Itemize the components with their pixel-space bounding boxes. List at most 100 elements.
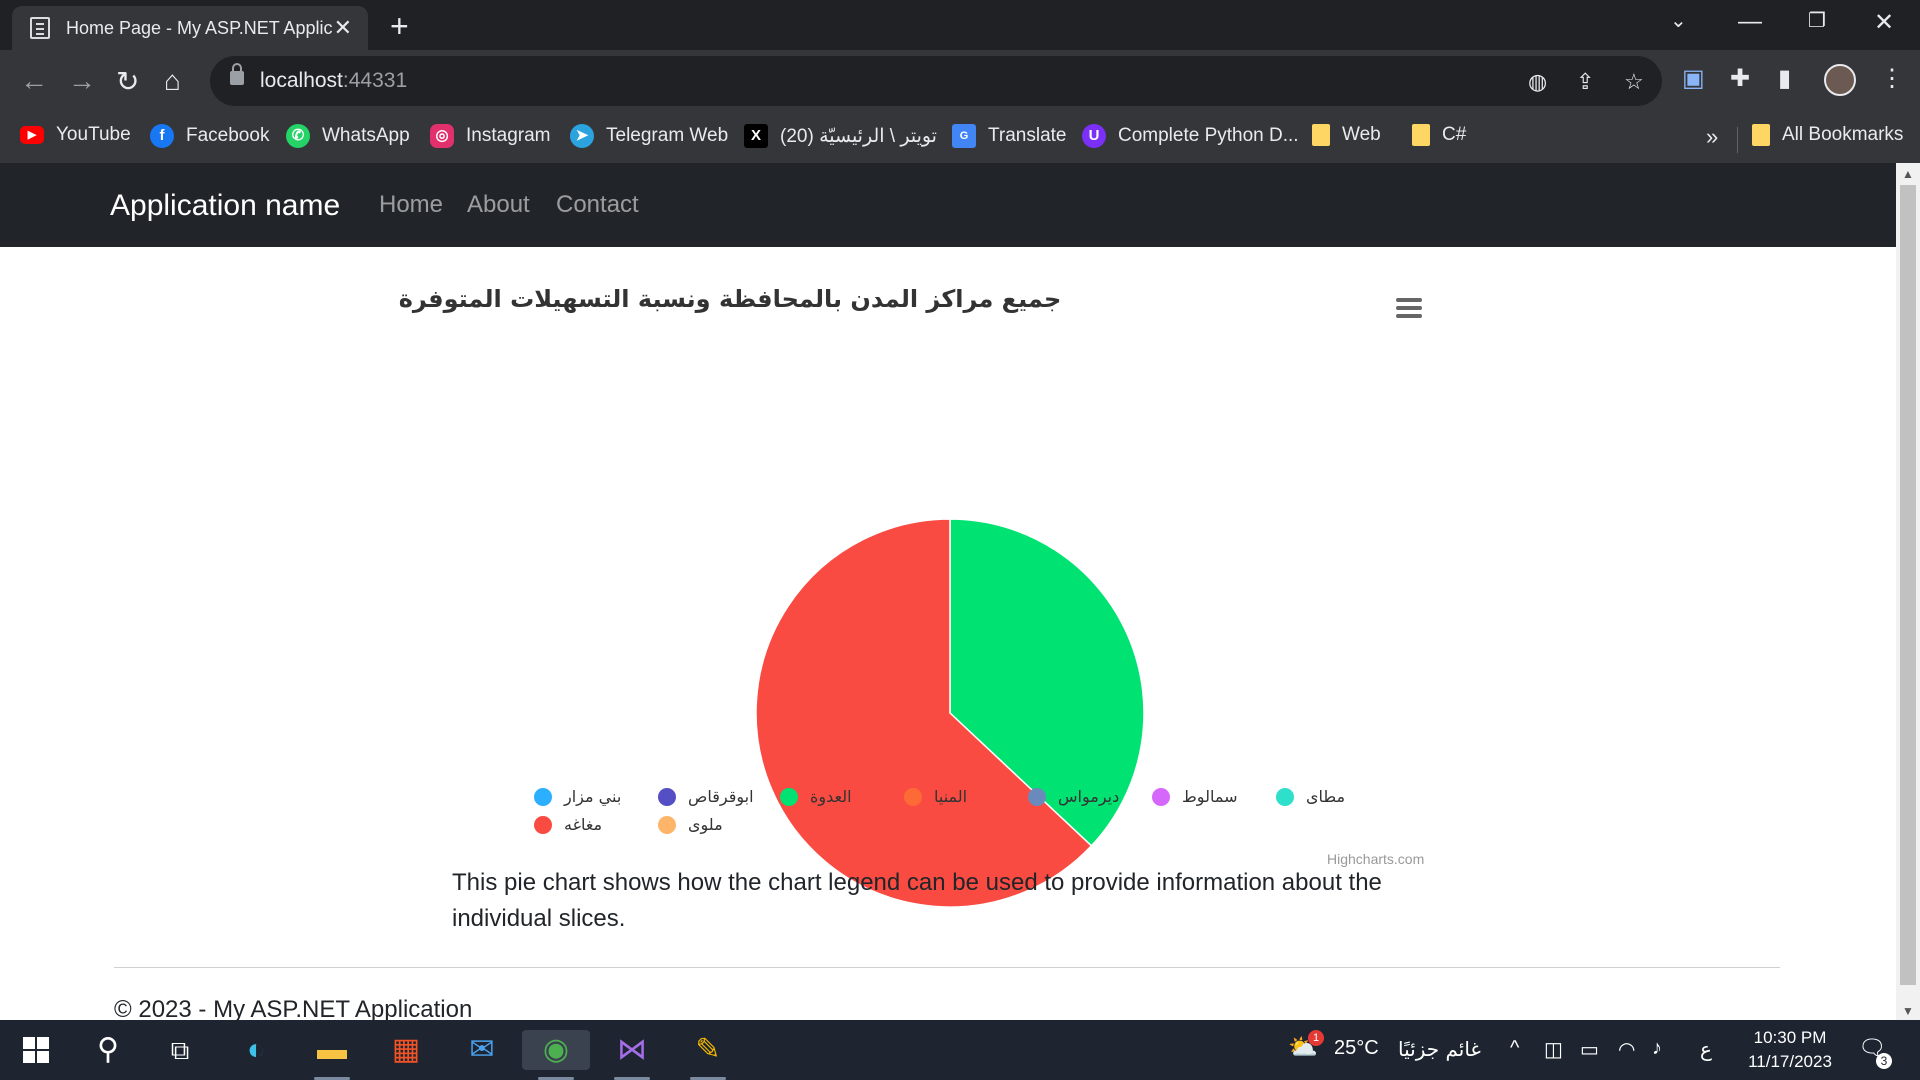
tab-title: Home Page - My ASP.NET Applic — [66, 18, 332, 38]
all-bookmarks-folder[interactable]: All Bookmarks — [1752, 124, 1903, 146]
mail-icon[interactable]: ✉ — [462, 1030, 502, 1070]
bookmark-whatsapp[interactable]: ✆ WhatsApp — [286, 124, 410, 148]
back-icon[interactable]: ← — [20, 65, 48, 97]
bookmark-youtube[interactable]: ▶ YouTube — [20, 124, 131, 146]
weather-temperature[interactable]: 25°C — [1334, 1037, 1379, 1060]
nav-contact-link[interactable]: Contact — [556, 191, 639, 219]
chart-context-menu-icon[interactable] — [1396, 298, 1422, 320]
tab-search-icon[interactable]: ⌄ — [1670, 8, 1687, 33]
visual-studio-icon[interactable]: ⋈ — [612, 1030, 652, 1080]
udemy-icon: U — [1082, 124, 1106, 148]
chrome-taskbar-icon[interactable]: ◉ — [522, 1030, 590, 1080]
start-windows-icon[interactable] — [16, 1030, 56, 1070]
scroll-down-icon[interactable]: ▼ — [1902, 1004, 1914, 1018]
clock-time: 10:30 PM — [1753, 1028, 1827, 1047]
notifications-count-badge: 3 — [1876, 1053, 1892, 1069]
whatsapp-icon: ✆ — [286, 124, 310, 148]
legend-item[interactable]: العدوة — [780, 787, 852, 806]
telegram-icon: ➤ — [570, 124, 594, 148]
file-explorer-icon[interactable]: ▬ — [312, 1030, 352, 1080]
legend-item[interactable]: مغاغه — [534, 815, 602, 834]
task-view-icon[interactable]: ⧉ — [160, 1030, 200, 1070]
page-viewport: Application name Home About Contact جميع… — [0, 163, 1896, 1020]
bookmarks-overflow-icon[interactable]: » — [1706, 124, 1718, 150]
legend-item[interactable]: مطاى — [1276, 787, 1345, 806]
search-icon[interactable]: ⚲ — [88, 1030, 128, 1070]
footer-copyright: © 2023 - My ASP.NET Application — [114, 996, 473, 1020]
legend-symbol — [904, 787, 922, 806]
restore-icon[interactable]: ❐ — [1808, 8, 1826, 33]
folder-icon — [1312, 124, 1330, 146]
bookmark-instagram[interactable]: ◎ Instagram — [430, 124, 550, 148]
microsoft-store-icon[interactable]: ▦ — [386, 1030, 426, 1070]
instagram-icon: ◎ — [430, 124, 454, 148]
legend-label: مطاى — [1306, 787, 1346, 806]
clock-date: 11/17/2023 — [1748, 1052, 1832, 1071]
legend-item[interactable]: ملوى — [658, 815, 723, 834]
volume-icon[interactable]: ♪ — [1652, 1037, 1662, 1060]
pie-chart — [755, 518, 1145, 908]
legend-item[interactable]: ابوقرقاص — [658, 787, 754, 806]
wifi-icon[interactable]: ◠ — [1618, 1037, 1635, 1062]
bookmark-star-icon[interactable]: ☆ — [1624, 69, 1644, 95]
bookmark-folder-web[interactable]: Web — [1312, 124, 1381, 146]
minimize-icon[interactable]: — — [1738, 8, 1762, 36]
close-tab-icon[interactable]: ✕ — [334, 15, 352, 41]
x-twitter-icon: X — [744, 124, 768, 148]
folder-icon — [1752, 124, 1770, 146]
extensions-icon[interactable]: ✚ — [1730, 64, 1750, 93]
legend-label: ديرمواس — [1058, 787, 1120, 806]
url-text: localhost:44331 — [260, 69, 408, 92]
bookmark-folder-csharp[interactable]: C# — [1412, 124, 1466, 146]
brand-link[interactable]: Application name — [110, 189, 340, 223]
tool-app-icon[interactable]: ✎ — [688, 1030, 728, 1080]
legend-item[interactable]: ديرمواس — [1028, 787, 1119, 806]
page-scrollbar[interactable]: ▲ ▼ — [1896, 163, 1920, 1020]
legend-item[interactable]: بني مزار — [534, 787, 621, 806]
windows-taskbar: ⚲ ⧉ ◐ ▬ ▦ ✉ ◉ ⋈ ✎ ⛅ 1 25°C غائم جزئيًا ^… — [0, 1020, 1920, 1080]
menu-kebab-icon[interactable]: ⋮ — [1880, 64, 1904, 93]
address-bar[interactable]: localhost:44331 ◍ ⇪ ☆ — [210, 56, 1662, 106]
nav-about-link[interactable]: About — [467, 191, 530, 219]
scrollbar-thumb[interactable] — [1900, 185, 1916, 985]
bookmark-telegram[interactable]: ➤ Telegram Web — [570, 124, 728, 148]
home-icon[interactable]: ⌂ — [164, 65, 181, 97]
share-icon[interactable]: ⇪ — [1576, 69, 1594, 95]
legend-symbol — [658, 787, 676, 806]
close-window-icon[interactable]: ✕ — [1874, 8, 1894, 37]
scroll-up-icon[interactable]: ▲ — [1902, 167, 1914, 181]
bookmarks-divider — [1737, 127, 1738, 153]
chart-description: This pie chart shows how the chart legen… — [452, 869, 1382, 932]
battery-icon[interactable]: ▭ — [1580, 1037, 1599, 1062]
legend-symbol — [534, 787, 552, 806]
profile-avatar[interactable] — [1824, 64, 1856, 96]
forward-icon[interactable]: → — [68, 65, 96, 97]
google-translate-icon[interactable]: ▣ — [1682, 64, 1705, 93]
browser-tab[interactable]: Home Page - My ASP.NET Applic ✕ — [12, 6, 368, 50]
lock-icon[interactable] — [230, 63, 244, 85]
legend-item[interactable]: سمالوط — [1152, 787, 1237, 806]
bookmark-python-course[interactable]: U Complete Python D... — [1082, 124, 1299, 148]
side-panel-icon[interactable]: ▮ — [1778, 64, 1791, 93]
facebook-icon: f — [150, 124, 174, 148]
legend-label: ابوقرقاص — [688, 787, 754, 806]
legend-label: ملوى — [688, 815, 723, 834]
edge-browser-icon[interactable]: ◐ — [236, 1030, 276, 1070]
bookmark-translate[interactable]: G Translate — [952, 124, 1067, 148]
legend-label: العدوة — [810, 787, 852, 806]
meet-now-icon[interactable]: ◫ — [1544, 1037, 1563, 1062]
nav-home-link[interactable]: Home — [379, 191, 443, 219]
input-language-indicator[interactable]: ع — [1700, 1037, 1712, 1061]
weather-condition[interactable]: غائم جزئيًا — [1398, 1037, 1481, 1061]
bookmark-facebook[interactable]: f Facebook — [150, 124, 269, 148]
show-hidden-icons-chevron-icon[interactable]: ^ — [1510, 1037, 1519, 1060]
clock[interactable]: 10:30 PM 11/17/2023 — [1730, 1026, 1850, 1074]
cookies-blocked-icon[interactable]: ◍ — [1528, 69, 1547, 95]
folder-icon — [1412, 124, 1430, 146]
legend-item[interactable]: المنيا — [904, 787, 967, 806]
new-tab-button[interactable]: + — [390, 8, 409, 45]
app-navbar: Application name Home About Contact — [0, 163, 1896, 247]
reload-icon[interactable]: ↻ — [116, 65, 139, 98]
bookmark-twitter[interactable]: X (20) تويتر \ الرئيسيّة — [744, 124, 937, 148]
legend-label: المنيا — [934, 787, 968, 806]
